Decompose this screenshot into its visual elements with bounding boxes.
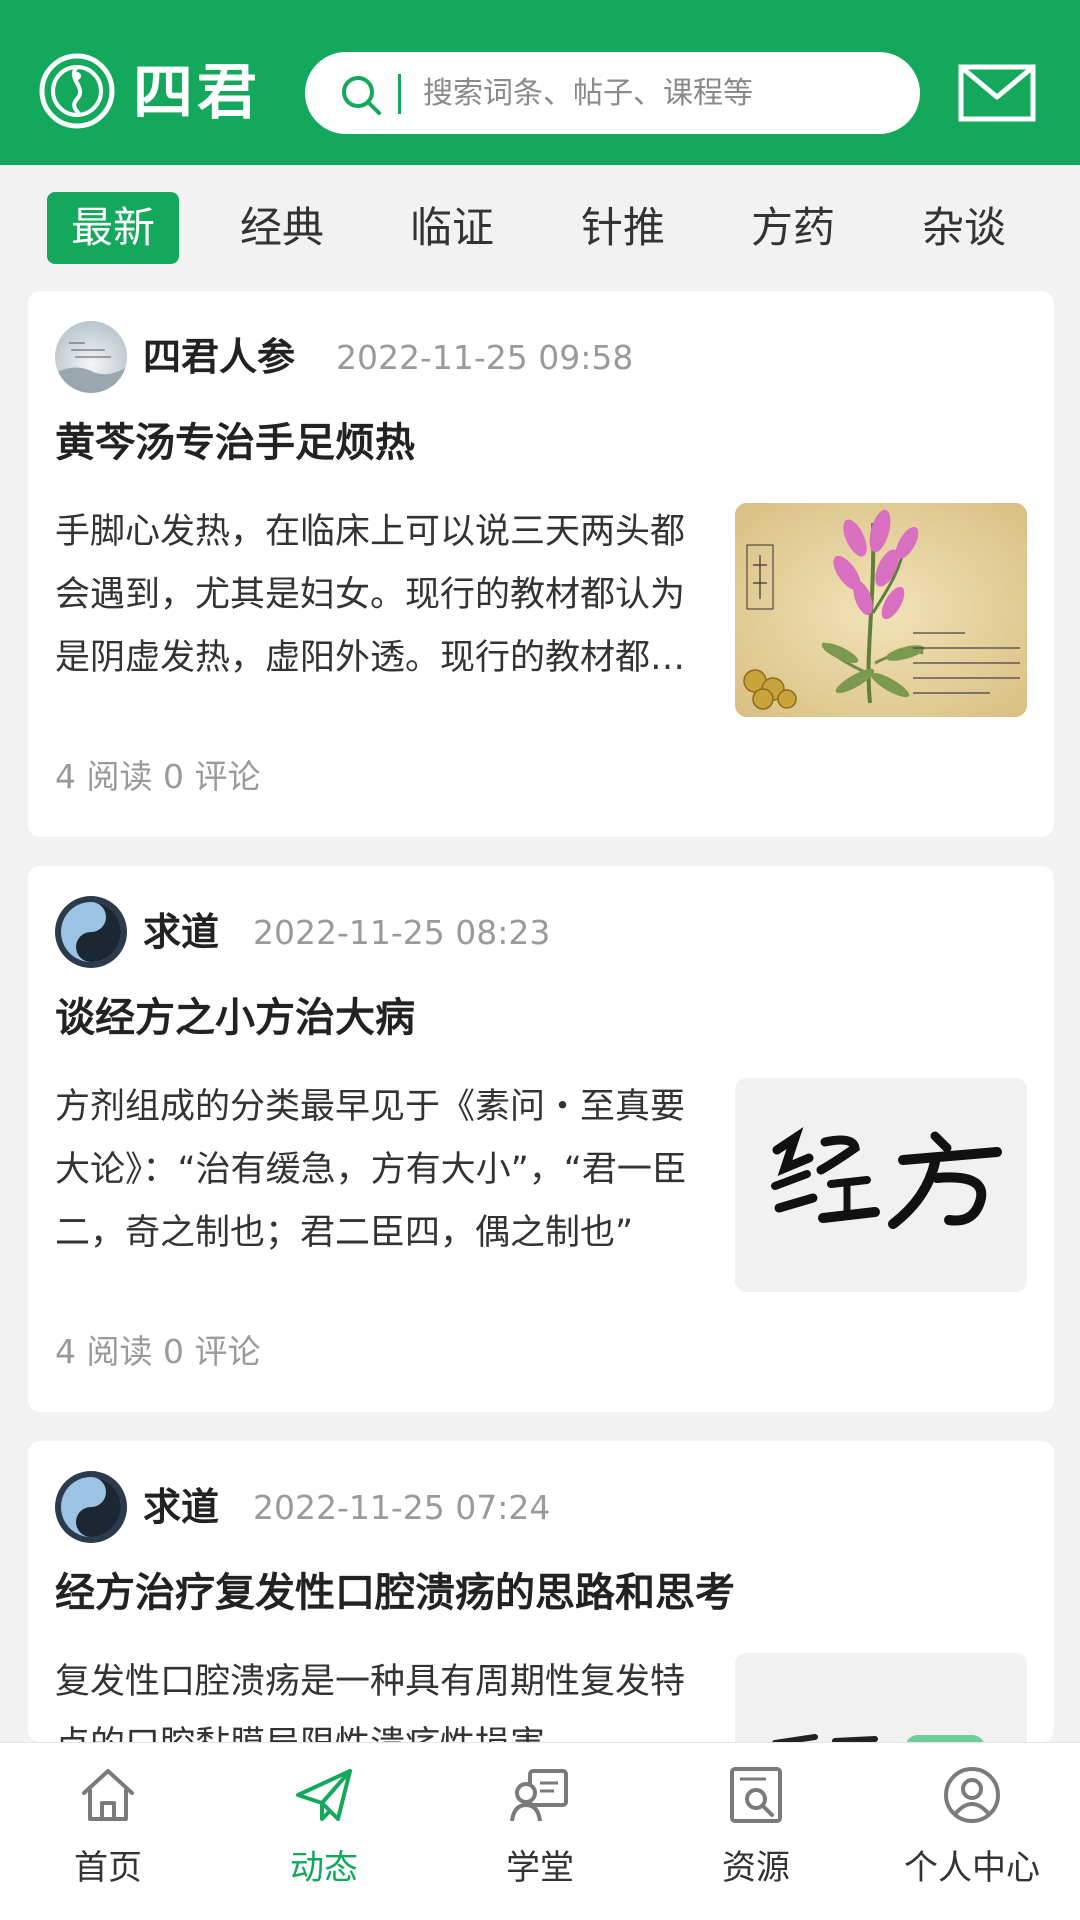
user-icon: [944, 1767, 1000, 1823]
nav-item-profile[interactable]: 个人中心: [864, 1743, 1080, 1920]
nav-label: 首页: [74, 1848, 142, 1888]
post-summary: 手脚心发热，在临床上可以说三天两头都会遇到，尤其是妇女。现行的教材都认为是阴虚发…: [55, 512, 686, 678]
nav-label: 资源: [722, 1848, 790, 1888]
post-stats: 4 阅读 0 评论: [55, 1332, 261, 1371]
thumbnail-image: [735, 1653, 1027, 1742]
category-tabs: 最新 经典 临证 针推 方药 杂谈: [0, 165, 1080, 285]
app-logo-text: 四君: [133, 58, 261, 128]
post-summary: 复发性口腔溃疡是一种具有周期性复发特点的口腔黏膜局限性溃疡性损害: [55, 1662, 686, 1742]
post-stats: 4 阅读 0 评论: [55, 757, 261, 796]
paper-plane-icon: [296, 1769, 352, 1821]
nav-label: 学堂: [506, 1848, 574, 1888]
mail-icon[interactable]: [958, 64, 1036, 122]
post-thumbnail[interactable]: [735, 1078, 1027, 1292]
post-title[interactable]: 谈经方之小方治大病: [55, 988, 415, 1048]
nav-item-feed[interactable]: 动态: [216, 1743, 432, 1920]
author-name[interactable]: 求道: [143, 896, 219, 968]
nav-item-resources[interactable]: 资源: [648, 1743, 864, 1920]
post-title[interactable]: 黄芩汤专治手足烦热: [55, 413, 415, 473]
tab-misc[interactable]: 杂谈: [904, 192, 1024, 264]
tab-classics[interactable]: 经典: [222, 192, 342, 264]
app-logo-icon[interactable]: [38, 52, 116, 130]
post-card[interactable]: 四君人参 2022-11-25 09:58 黄芩汤专治手足烦热 手脚心发热，在临…: [28, 291, 1054, 837]
search-icon: [342, 76, 381, 115]
jingfang-calligraphy-image: [735, 1078, 1027, 1292]
post-summary: 方剂组成的分类最早见于《素问・至真要大论》：“治有缓急，方有大小”，“君一臣二，…: [55, 1087, 687, 1253]
nav-item-classroom[interactable]: 学堂: [432, 1743, 648, 1920]
home-icon: [82, 1769, 134, 1821]
post-card[interactable]: 求道 2022-11-25 07:24 经方治疗复发性口腔溃疡的思路和思考 复发…: [28, 1441, 1054, 1742]
post-time: 2022-11-25 07:24: [253, 1488, 551, 1527]
nav-item-home[interactable]: 首页: [0, 1743, 216, 1920]
tab-clinical[interactable]: 临证: [392, 192, 512, 264]
tab-prescriptions[interactable]: 方药: [733, 192, 853, 264]
classroom-icon: [510, 1769, 568, 1822]
post-time: 2022-11-25 08:23: [253, 913, 551, 952]
post-time: 2022-11-25 09:58: [336, 338, 634, 377]
nav-label: 动态: [290, 1848, 358, 1888]
author-name[interactable]: 四君人参: [143, 321, 295, 393]
search-caret: [398, 74, 401, 114]
post-thumbnail[interactable]: [735, 1653, 1027, 1742]
post-card[interactable]: 求道 2022-11-25 08:23 谈经方之小方治大病 方剂组成的分类最早见…: [28, 866, 1054, 1412]
tab-acupuncture[interactable]: 针推: [563, 192, 683, 264]
bottom-navigation: 首页 动态 学堂 资源 个人中心: [0, 1742, 1080, 1920]
resource-search-icon: [730, 1767, 782, 1823]
avatar[interactable]: [55, 1471, 127, 1543]
nav-label: 个人中心: [904, 1848, 1040, 1888]
search-bar[interactable]: [305, 52, 920, 134]
post-title[interactable]: 经方治疗复发性口腔溃疡的思路和思考: [55, 1563, 735, 1623]
post-thumbnail[interactable]: [735, 503, 1027, 717]
avatar[interactable]: [55, 321, 127, 393]
avatar[interactable]: [55, 896, 127, 968]
tab-latest[interactable]: 最新: [47, 192, 179, 264]
author-name[interactable]: 求道: [143, 1471, 219, 1543]
search-input[interactable]: [423, 52, 893, 134]
app-header: 四君: [0, 0, 1080, 165]
scutellaria-herb-illustration: [735, 503, 1027, 717]
